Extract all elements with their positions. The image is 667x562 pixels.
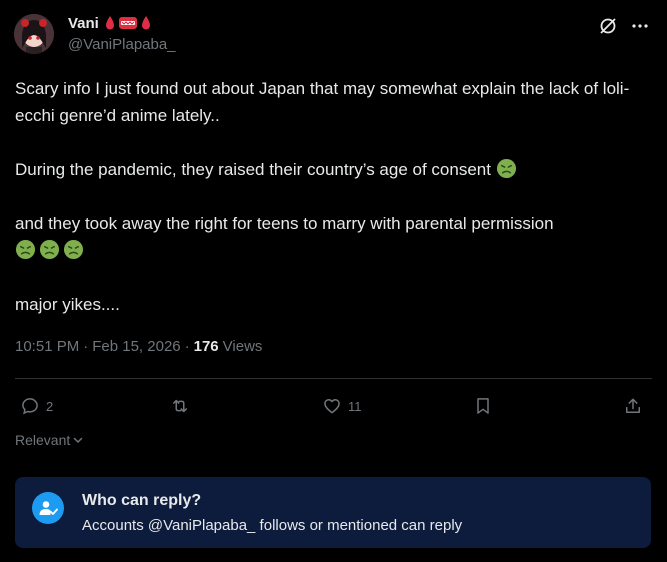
nauseated-face-icon [15,239,36,260]
reply-restriction-subtitle: Accounts @VaniPlapaba_ follows or mentio… [82,517,463,534]
display-name[interactable]: Vani [68,15,99,32]
reply-icon [22,398,38,415]
tweet-date[interactable]: Feb 15, 2026 [92,338,180,355]
tweet-time[interactable]: 10:51 PM [15,338,79,355]
like-button[interactable]: 11 [322,394,362,418]
nauseated-face-icon [496,158,516,179]
divider [15,378,652,379]
emoji-line [15,237,655,264]
tweet-paragraph-text: During the pandemic, they raised their c… [15,160,491,179]
tweet-meta: 10:51 PM · Feb 15, 2026 · 176 Views [15,338,262,355]
reply-restriction-box: Who can reply? Accounts @VaniPlapaba_ fo… [15,477,651,548]
meta-separator: · [184,338,190,355]
blood-drop-icon [141,16,150,30]
tweet-paragraph: During the pandemic, they raised their c… [15,156,655,183]
views-label: Views [222,338,263,355]
tweet-paragraph: major yikes.... [15,295,120,314]
share-icon [626,398,640,413]
sort-dropdown[interactable]: Relevant [15,432,84,448]
meta-separator: · [83,338,89,355]
bookmark-icon [477,398,489,414]
reply-count: 2 [46,398,54,414]
nauseated-face-icon [63,239,84,260]
user-check-icon [32,492,64,524]
tweet-page: Vani @VaniPlapaba_ Scary info I just fou… [0,0,667,562]
tweet-text: Scary info I just found out about Japan … [15,75,655,318]
tweet-paragraph: and they took away the right for teens t… [15,214,554,233]
repost-button[interactable] [170,394,196,418]
share-button[interactable] [623,394,643,418]
blood-drop-icon [105,16,114,30]
sort-label: Relevant [15,432,71,448]
reply-button[interactable]: 2 [20,394,53,418]
more-options-icon[interactable] [628,14,652,38]
author-handle[interactable]: @VaniPlapaba_ [68,36,176,53]
heart-icon [324,399,340,414]
views-count: 176 [193,338,219,355]
tweet-paragraph: Scary info I just found out about Japan … [15,79,630,125]
grok-icon[interactable] [596,14,620,38]
name-emojis [104,15,152,31]
bookmark-button[interactable] [473,394,493,418]
red-mask-icon [118,17,137,29]
like-count: 11 [348,398,362,414]
reply-restriction-title: Who can reply? [82,492,202,509]
author-name-row: Vani [68,13,152,33]
avatar[interactable] [14,14,54,54]
chevron-down-icon [74,437,83,444]
nauseated-face-icon [39,239,60,260]
repost-icon [173,399,187,413]
